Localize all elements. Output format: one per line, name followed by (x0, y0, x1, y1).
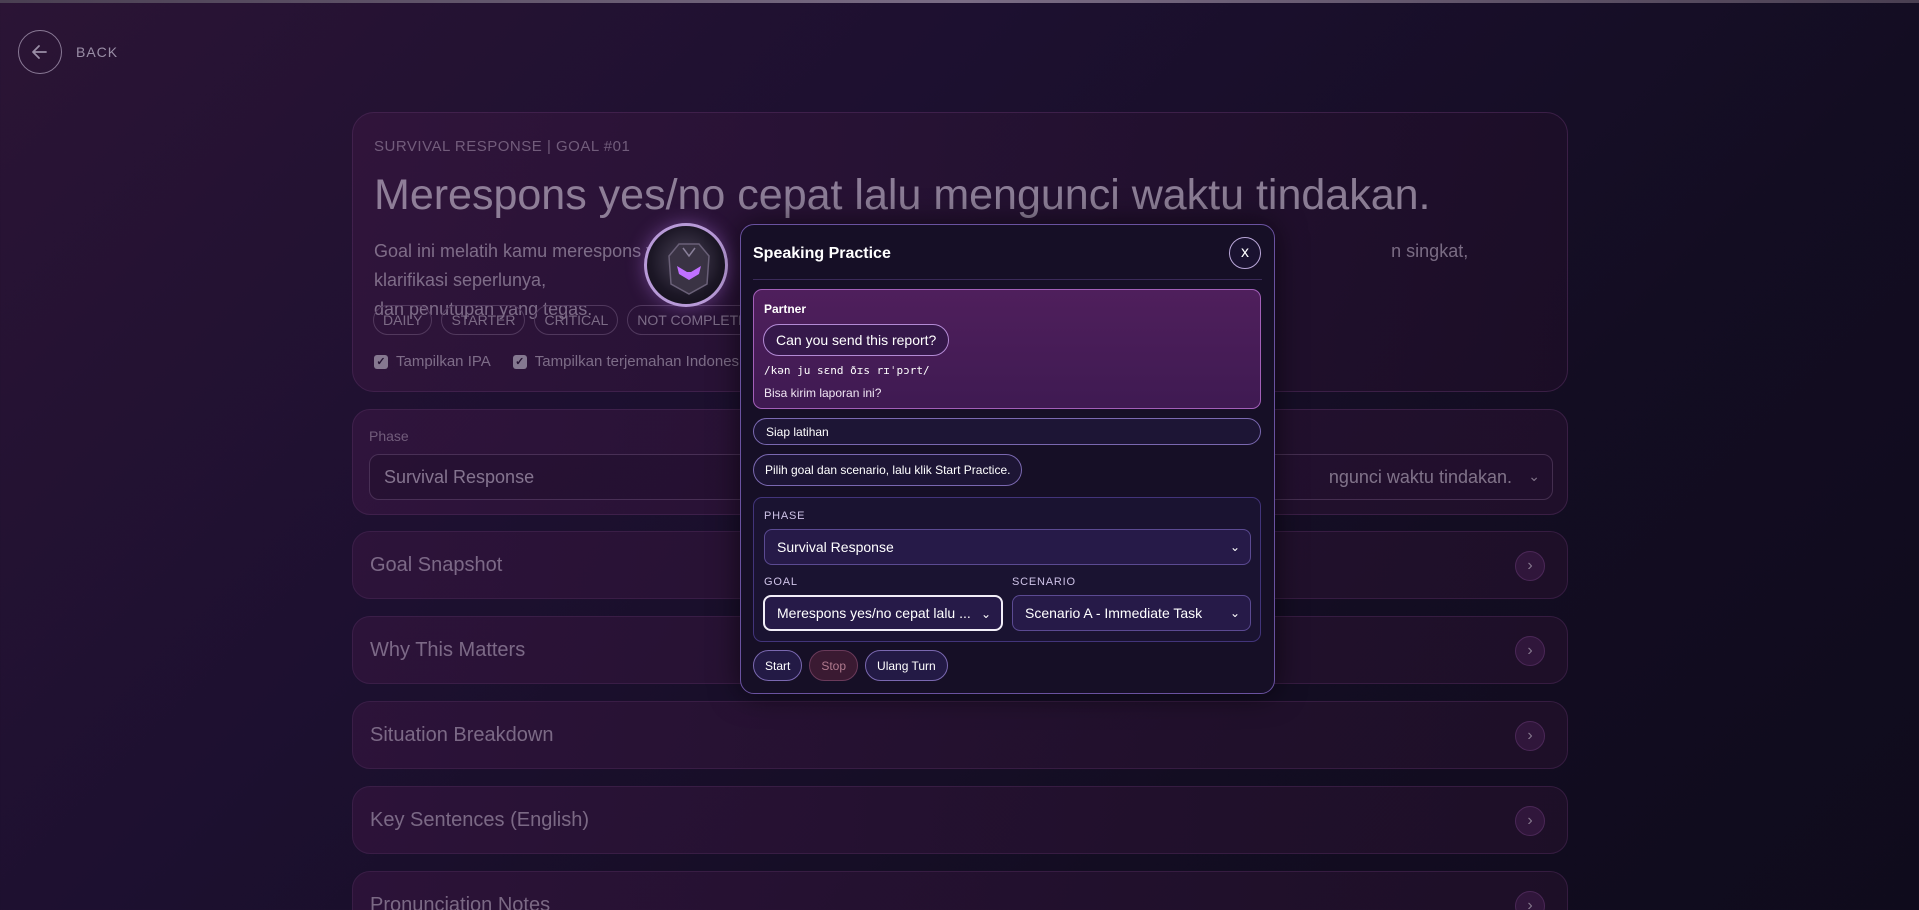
section-label: Key Sentences (English) (370, 808, 590, 831)
checkbox-ipa[interactable]: ✓ (374, 354, 388, 369)
modal-divider (753, 279, 1262, 280)
section-label: Goal Snapshot (370, 553, 503, 576)
chevron-right-icon: › (1515, 806, 1545, 836)
goal-caption: GOAL (764, 576, 798, 588)
section-label: Pronunciation Notes (370, 893, 551, 910)
modal-scenario-select[interactable]: Scenario A - Immediate Task ⌄ (1012, 595, 1251, 631)
chevron-down-icon: ⌄ (980, 607, 991, 621)
goal-description-left: Goal ini melatih kamu merespons y (374, 241, 656, 261)
phase-label: Phase (369, 428, 409, 444)
toggle-translation-label: Tampilkan terjemahan Indonesia (534, 353, 751, 370)
stop-button[interactable]: Stop (809, 650, 859, 681)
practice-picker: PHASE Survival Response ⌄ GOAL Merespons… (753, 497, 1261, 642)
status-pill: Siap latihan (753, 418, 1261, 445)
section-situation-breakdown[interactable]: Situation Breakdown › (352, 701, 1568, 769)
section-key-sentences[interactable]: Key Sentences (English) › (352, 786, 1568, 854)
partner-label: Partner (764, 302, 807, 316)
tag-critical: CRITICAL (534, 305, 619, 335)
chevron-down-icon: ⌄ (1528, 468, 1540, 484)
toggle-ipa-label: Tampilkan IPA (396, 353, 491, 370)
phase-caption: PHASE (764, 510, 806, 522)
back-button[interactable]: BACK (18, 30, 118, 74)
goal-tags: DAILY STARTER CRITICAL NOT COMPLETED (373, 305, 768, 335)
partner-translation: Bisa kirim laporan ini? (764, 386, 882, 400)
arrow-left-icon (18, 30, 62, 74)
modal-goal-value: Merespons yes/no cepat lalu ... (777, 605, 971, 621)
section-label: Situation Breakdown (370, 723, 554, 746)
speaking-practice-modal: Speaking Practice x Partner Can you send… (740, 224, 1275, 694)
chevron-right-icon: › (1515, 551, 1545, 581)
chevron-right-icon: › (1515, 891, 1545, 910)
toggle-translation[interactable]: ✓ Tampilkan terjemahan Indonesia (512, 353, 751, 370)
scenario-caption: SCENARIO (1012, 576, 1076, 588)
modal-goal-select[interactable]: Merespons yes/no cepat lalu ... ⌄ (763, 595, 1003, 631)
modal-title: Speaking Practice (753, 245, 891, 262)
goal-title: Merespons yes/no cepat lalu mengunci wak… (374, 171, 1431, 219)
chevron-down-icon: ⌄ (1229, 606, 1240, 620)
chevron-right-icon: › (1515, 636, 1545, 666)
back-label: BACK (76, 44, 119, 60)
start-button[interactable]: Start (753, 650, 803, 681)
partner-ipa: /kən ju sɛnd ðɪs rɪˈpɔrt/ (764, 364, 930, 377)
display-toggles: ✓ Tampilkan IPA ✓ Tampilkan terjemahan I… (374, 353, 751, 370)
modal-phase-value: Survival Response (777, 539, 894, 555)
practice-actions: Start Stop Ulang Turn (753, 650, 948, 681)
toggle-ipa[interactable]: ✓ Tampilkan IPA (374, 353, 491, 370)
hint-pill: Pilih goal dan scenario, lalu klik Start… (753, 454, 1023, 486)
section-label: Why This Matters (370, 638, 526, 661)
section-pronunciation-notes[interactable]: Pronunciation Notes › (352, 871, 1568, 910)
repeat-turn-button[interactable]: Ulang Turn (865, 650, 948, 681)
chevron-down-icon: ⌄ (1229, 540, 1240, 554)
tag-daily: DAILY (373, 305, 433, 335)
close-button[interactable]: x (1229, 237, 1261, 269)
goal-select-value: ngunci waktu tindakan. (1328, 466, 1512, 487)
checkbox-translation[interactable]: ✓ (512, 354, 527, 369)
tag-starter: STARTER (441, 305, 526, 335)
partner-message-card: Partner Can you send this report? /kən j… (753, 289, 1261, 409)
phase-select-value: Survival Response (384, 466, 535, 487)
modal-phase-select[interactable]: Survival Response ⌄ (764, 529, 1251, 565)
modal-scenario-value: Scenario A - Immediate Task (1025, 605, 1203, 621)
top-border (0, 0, 1919, 3)
chevron-right-icon: › (1515, 721, 1545, 751)
phase-select[interactable]: Survival Response (369, 454, 769, 500)
goal-select[interactable]: ngunci waktu tindakan. ⌄ (1253, 454, 1553, 500)
partner-line-bubble[interactable]: Can you send this report? (763, 324, 950, 356)
goal-eyebrow: SURVIVAL RESPONSE | GOAL #01 (374, 138, 631, 155)
partner-avatar (644, 223, 728, 307)
